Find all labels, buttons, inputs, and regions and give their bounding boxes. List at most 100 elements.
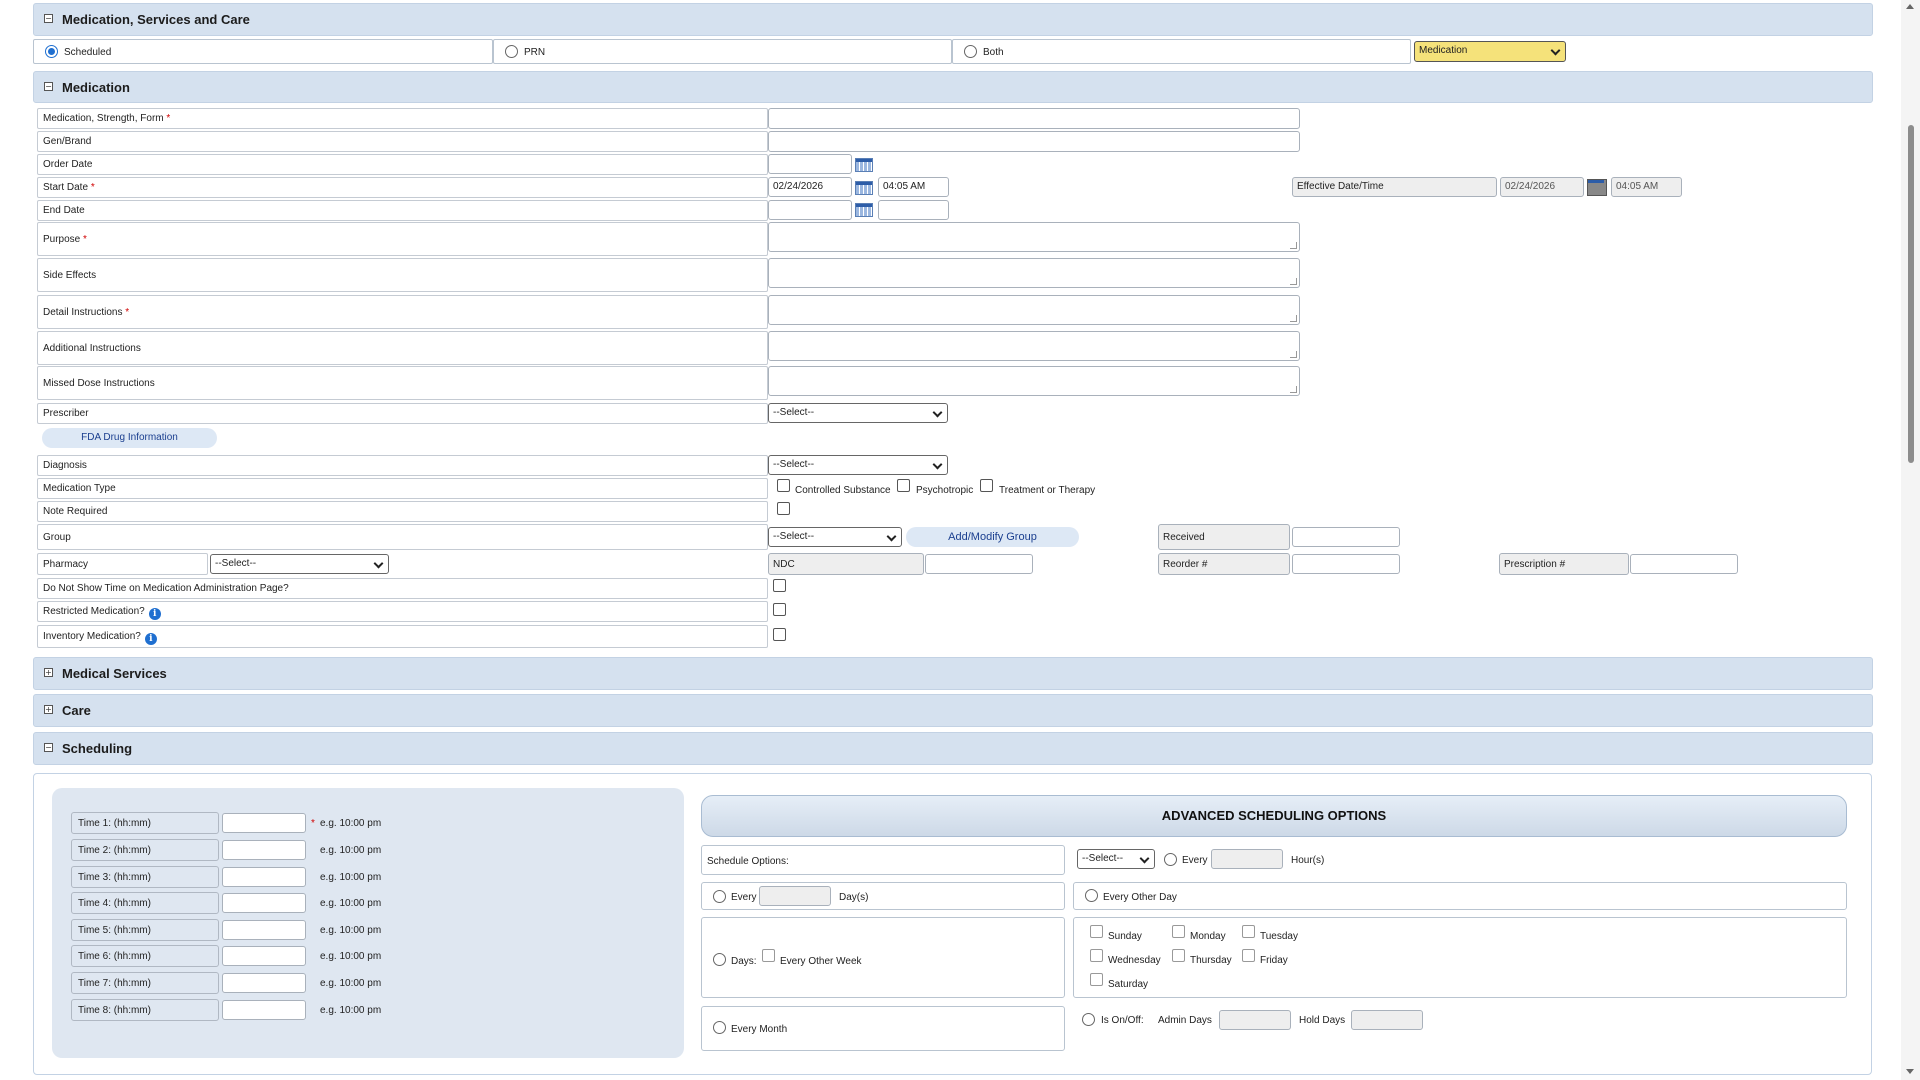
restricted-checkbox[interactable] — [773, 603, 786, 616]
admin-days-input[interactable] — [1219, 1010, 1291, 1030]
field-label: Gen/Brand — [43, 136, 92, 147]
expand-icon[interactable]: + — [44, 668, 53, 677]
fda-drug-info-button[interactable]: FDA Drug Information — [42, 428, 217, 448]
controlled-substance-checkbox[interactable] — [777, 479, 790, 492]
every-hours-input[interactable] — [1211, 849, 1283, 869]
monday-checkbox[interactable] — [1172, 925, 1185, 938]
calendar-icon[interactable] — [855, 203, 873, 217]
schedule-options-select[interactable]: --Select-- — [1077, 849, 1155, 869]
every-days-input[interactable] — [759, 886, 831, 906]
scheduled-radio[interactable] — [45, 45, 58, 58]
is-on-off-radio[interactable] — [1082, 1013, 1095, 1026]
every-other-day-label: Every Other Day — [1103, 892, 1177, 903]
time-5-label: Time 5: (hh:mm) — [71, 919, 219, 941]
sunday-checkbox[interactable] — [1090, 925, 1103, 938]
purpose-textarea[interactable] — [768, 222, 1300, 252]
weekdays-box: Sunday Monday Tuesday Wednesday Thursday… — [1073, 917, 1847, 998]
time-4-label: Time 4: (hh:mm) — [71, 892, 219, 914]
days-box: Days: Every Other Week — [701, 917, 1065, 998]
do-not-show-time-checkbox[interactable] — [773, 579, 786, 592]
prescriber-select[interactable]: --Select-- — [768, 403, 948, 423]
prn-option[interactable]: PRN — [493, 39, 952, 64]
time-3-input[interactable] — [222, 867, 306, 887]
both-radio[interactable] — [964, 45, 977, 58]
hold-days-input[interactable] — [1351, 1010, 1423, 1030]
days-radio[interactable] — [713, 953, 726, 966]
psychotropic-checkbox[interactable] — [897, 479, 910, 492]
time-7-input[interactable] — [222, 973, 306, 993]
diagnosis-select[interactable]: --Select-- — [768, 455, 948, 475]
scroll-up-arrow-icon[interactable] — [1906, 4, 1914, 9]
end-date-input[interactable] — [768, 200, 852, 220]
every-other-week-checkbox[interactable] — [762, 949, 775, 962]
wednesday-checkbox[interactable] — [1090, 949, 1103, 962]
start-date-input[interactable]: 02/24/2026 — [768, 177, 852, 197]
end-time-input[interactable] — [878, 200, 949, 220]
group-select[interactable]: --Select-- — [768, 527, 902, 547]
every-other-day-box: Every Other Day — [1073, 882, 1847, 910]
time-4-hint: e.g. 10:00 pm — [320, 898, 382, 909]
pharmacy-row: Pharmacy — [37, 553, 208, 575]
order-date-input[interactable] — [768, 154, 852, 174]
scroll-down-arrow-icon[interactable] — [1906, 1069, 1914, 1074]
detail-instructions-textarea[interactable] — [768, 295, 1300, 325]
side-effects-textarea[interactable] — [768, 258, 1300, 288]
calendar-icon[interactable] — [855, 181, 873, 195]
med-strength-form-input[interactable] — [768, 108, 1300, 129]
inventory-checkbox[interactable] — [773, 628, 786, 641]
scrollbar-thumb[interactable] — [1908, 125, 1914, 463]
note-required-checkbox[interactable] — [777, 502, 790, 515]
every-hours-radio[interactable] — [1164, 853, 1177, 866]
every-days-radio[interactable] — [713, 890, 726, 903]
treatment-therapy-checkbox[interactable] — [980, 479, 993, 492]
additional-instructions-textarea[interactable] — [768, 331, 1300, 361]
time-5-hint: e.g. 10:00 pm — [320, 925, 382, 936]
time-5-input[interactable] — [222, 920, 306, 940]
every-month-radio[interactable] — [713, 1021, 726, 1034]
every-label: Every — [731, 892, 757, 903]
thursday-checkbox[interactable] — [1172, 949, 1185, 962]
missed-dose-textarea[interactable] — [768, 366, 1300, 396]
both-option[interactable]: Both — [952, 39, 1411, 64]
time-8-label: Time 8: (hh:mm) — [71, 999, 219, 1021]
collapse-icon[interactable]: − — [44, 82, 53, 91]
info-icon[interactable]: i — [148, 608, 161, 620]
collapse-icon[interactable]: − — [44, 14, 53, 23]
gen-brand-input[interactable] — [768, 131, 1300, 152]
section-medication[interactable]: − Medication — [33, 71, 1873, 103]
field-label: Note Required — [43, 506, 108, 517]
saturday-checkbox[interactable] — [1090, 973, 1103, 986]
reorder-input[interactable] — [1292, 554, 1400, 574]
scheduled-option[interactable]: Scheduled — [33, 39, 493, 64]
field-label: Purpose — [43, 234, 81, 245]
section-medical-services[interactable]: + Medical Services — [33, 657, 1873, 690]
section-care[interactable]: + Care — [33, 694, 1873, 727]
inventory-row: Inventory Medication? i — [37, 625, 768, 648]
collapse-icon[interactable]: − — [44, 743, 53, 752]
section-medication-services-care[interactable]: − Medication, Services and Care — [33, 3, 1873, 36]
received-input[interactable] — [1292, 527, 1400, 547]
time-1-input[interactable] — [222, 813, 306, 833]
section-scheduling[interactable]: − Scheduling — [33, 732, 1873, 765]
info-icon[interactable]: i — [144, 633, 157, 645]
time-2-input[interactable] — [222, 840, 306, 860]
every-other-day-radio[interactable] — [1085, 889, 1098, 902]
add-modify-group-button[interactable]: Add/Modify Group — [906, 527, 1079, 547]
expand-icon[interactable]: + — [44, 705, 53, 714]
every-month-label: Every Month — [731, 1024, 788, 1035]
start-time-input[interactable]: 04:05 AM — [878, 177, 949, 197]
prescription-input[interactable] — [1630, 554, 1738, 574]
time-4-input[interactable] — [222, 893, 306, 913]
friday-label: Friday — [1260, 955, 1288, 966]
tuesday-checkbox[interactable] — [1242, 925, 1255, 938]
friday-checkbox[interactable] — [1242, 949, 1255, 962]
ndc-input[interactable] — [925, 554, 1033, 574]
prn-radio[interactable] — [505, 45, 518, 58]
admin-days-label: Admin Days — [1158, 1015, 1212, 1026]
calendar-icon[interactable] — [855, 158, 873, 172]
time-6-input[interactable] — [222, 946, 306, 966]
pharmacy-select[interactable]: --Select-- — [210, 554, 389, 574]
time-8-input[interactable] — [222, 1000, 306, 1020]
category-select[interactable]: Medication — [1414, 41, 1566, 62]
required-mark: * — [125, 307, 130, 318]
